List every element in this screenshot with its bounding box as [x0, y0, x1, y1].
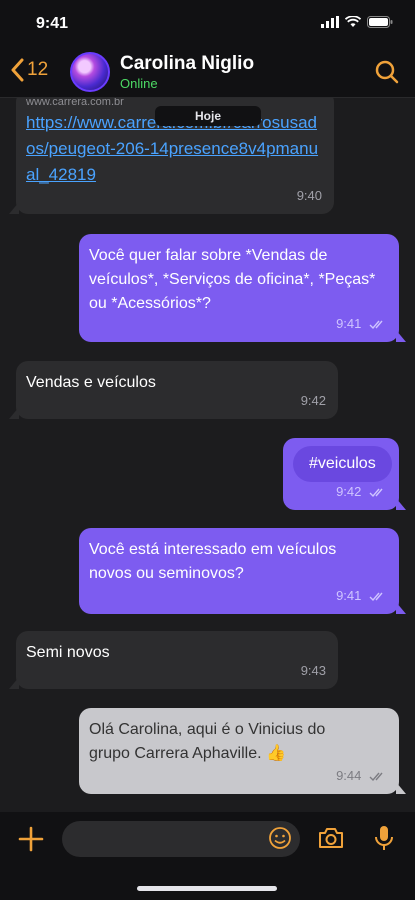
- status-bar: 9:41: [0, 0, 415, 46]
- contact-name[interactable]: Carolina Niglio: [120, 53, 254, 75]
- hashtag-chip[interactable]: #veiculos: [293, 446, 392, 482]
- smiley-icon: [269, 827, 291, 849]
- message-text: Semi novos: [26, 644, 110, 661]
- message-text: Olá Carolina, aqui é o Vinicius do grupo…: [89, 721, 326, 762]
- message-time: 9:41: [336, 588, 362, 603]
- link-preview-site: www.carrera.com.br: [26, 98, 124, 108]
- message-text: Você quer falar sobre *Vendas de veículo…: [89, 247, 376, 312]
- message-bubble[interactable]: #veiculos 9:42: [283, 438, 406, 510]
- message-bubble[interactable]: Você está interessado em veículos novos …: [79, 528, 406, 614]
- message-time: 9:43: [300, 663, 326, 678]
- cellular-signal-icon: [321, 16, 339, 28]
- message-bubble[interactable]: Semi novos 9:43: [9, 631, 338, 689]
- message-text: Você está interessado em veículos novos …: [89, 541, 337, 582]
- read-receipt-icon: [369, 488, 383, 498]
- status-icons: [321, 16, 393, 28]
- microphone-button[interactable]: [372, 824, 396, 857]
- message-time-meta: 9:41: [336, 584, 387, 608]
- back-button[interactable]: 12: [10, 58, 48, 82]
- avatar[interactable]: [70, 52, 110, 92]
- message-time-meta: 9:44: [336, 764, 387, 788]
- home-indicator: [137, 886, 277, 891]
- attach-button[interactable]: [18, 826, 44, 857]
- microphone-icon: [375, 826, 393, 850]
- message-bubble[interactable]: Vendas e veículos 9:42: [9, 361, 338, 419]
- message-text: Vendas e veículos: [26, 374, 156, 391]
- contact-status: Online: [120, 76, 158, 91]
- camera-icon: [319, 828, 343, 848]
- read-receipt-icon: [369, 320, 383, 330]
- sticker-button[interactable]: [268, 826, 292, 855]
- message-input[interactable]: [62, 821, 300, 857]
- message-bubble[interactable]: Olá Carolina, aqui é o Vinicius do grupo…: [79, 708, 406, 794]
- message-time: 9:42: [336, 484, 362, 499]
- message-time: 9:40: [296, 188, 322, 203]
- read-receipt-icon: [369, 772, 383, 782]
- camera-button[interactable]: [317, 826, 345, 855]
- message-time: 9:41: [336, 316, 362, 331]
- message-time-meta: 9:41: [336, 312, 387, 336]
- message-bubble[interactable]: Você quer falar sobre *Vendas de veículo…: [79, 234, 406, 342]
- message-list[interactable]: www.carrera.com.br https://www.carrera.c…: [0, 98, 415, 812]
- read-receipt-icon: [369, 592, 383, 602]
- battery-icon: [367, 16, 393, 28]
- search-icon: [375, 60, 399, 84]
- date-separator: Hoje: [155, 106, 261, 126]
- message-time: 9:44: [336, 768, 362, 783]
- message-time: 9:42: [300, 393, 326, 408]
- search-button[interactable]: [375, 60, 399, 89]
- composer-bar: [0, 812, 415, 900]
- chevron-left-icon: [11, 58, 24, 82]
- unread-count: 12: [27, 59, 49, 80]
- wifi-icon: [345, 16, 361, 27]
- plus-icon: [18, 826, 44, 852]
- status-time: 9:41: [36, 15, 69, 32]
- chat-header: 12 Carolina Niglio Online: [0, 46, 415, 98]
- message-time-meta: 9:42: [336, 480, 387, 504]
